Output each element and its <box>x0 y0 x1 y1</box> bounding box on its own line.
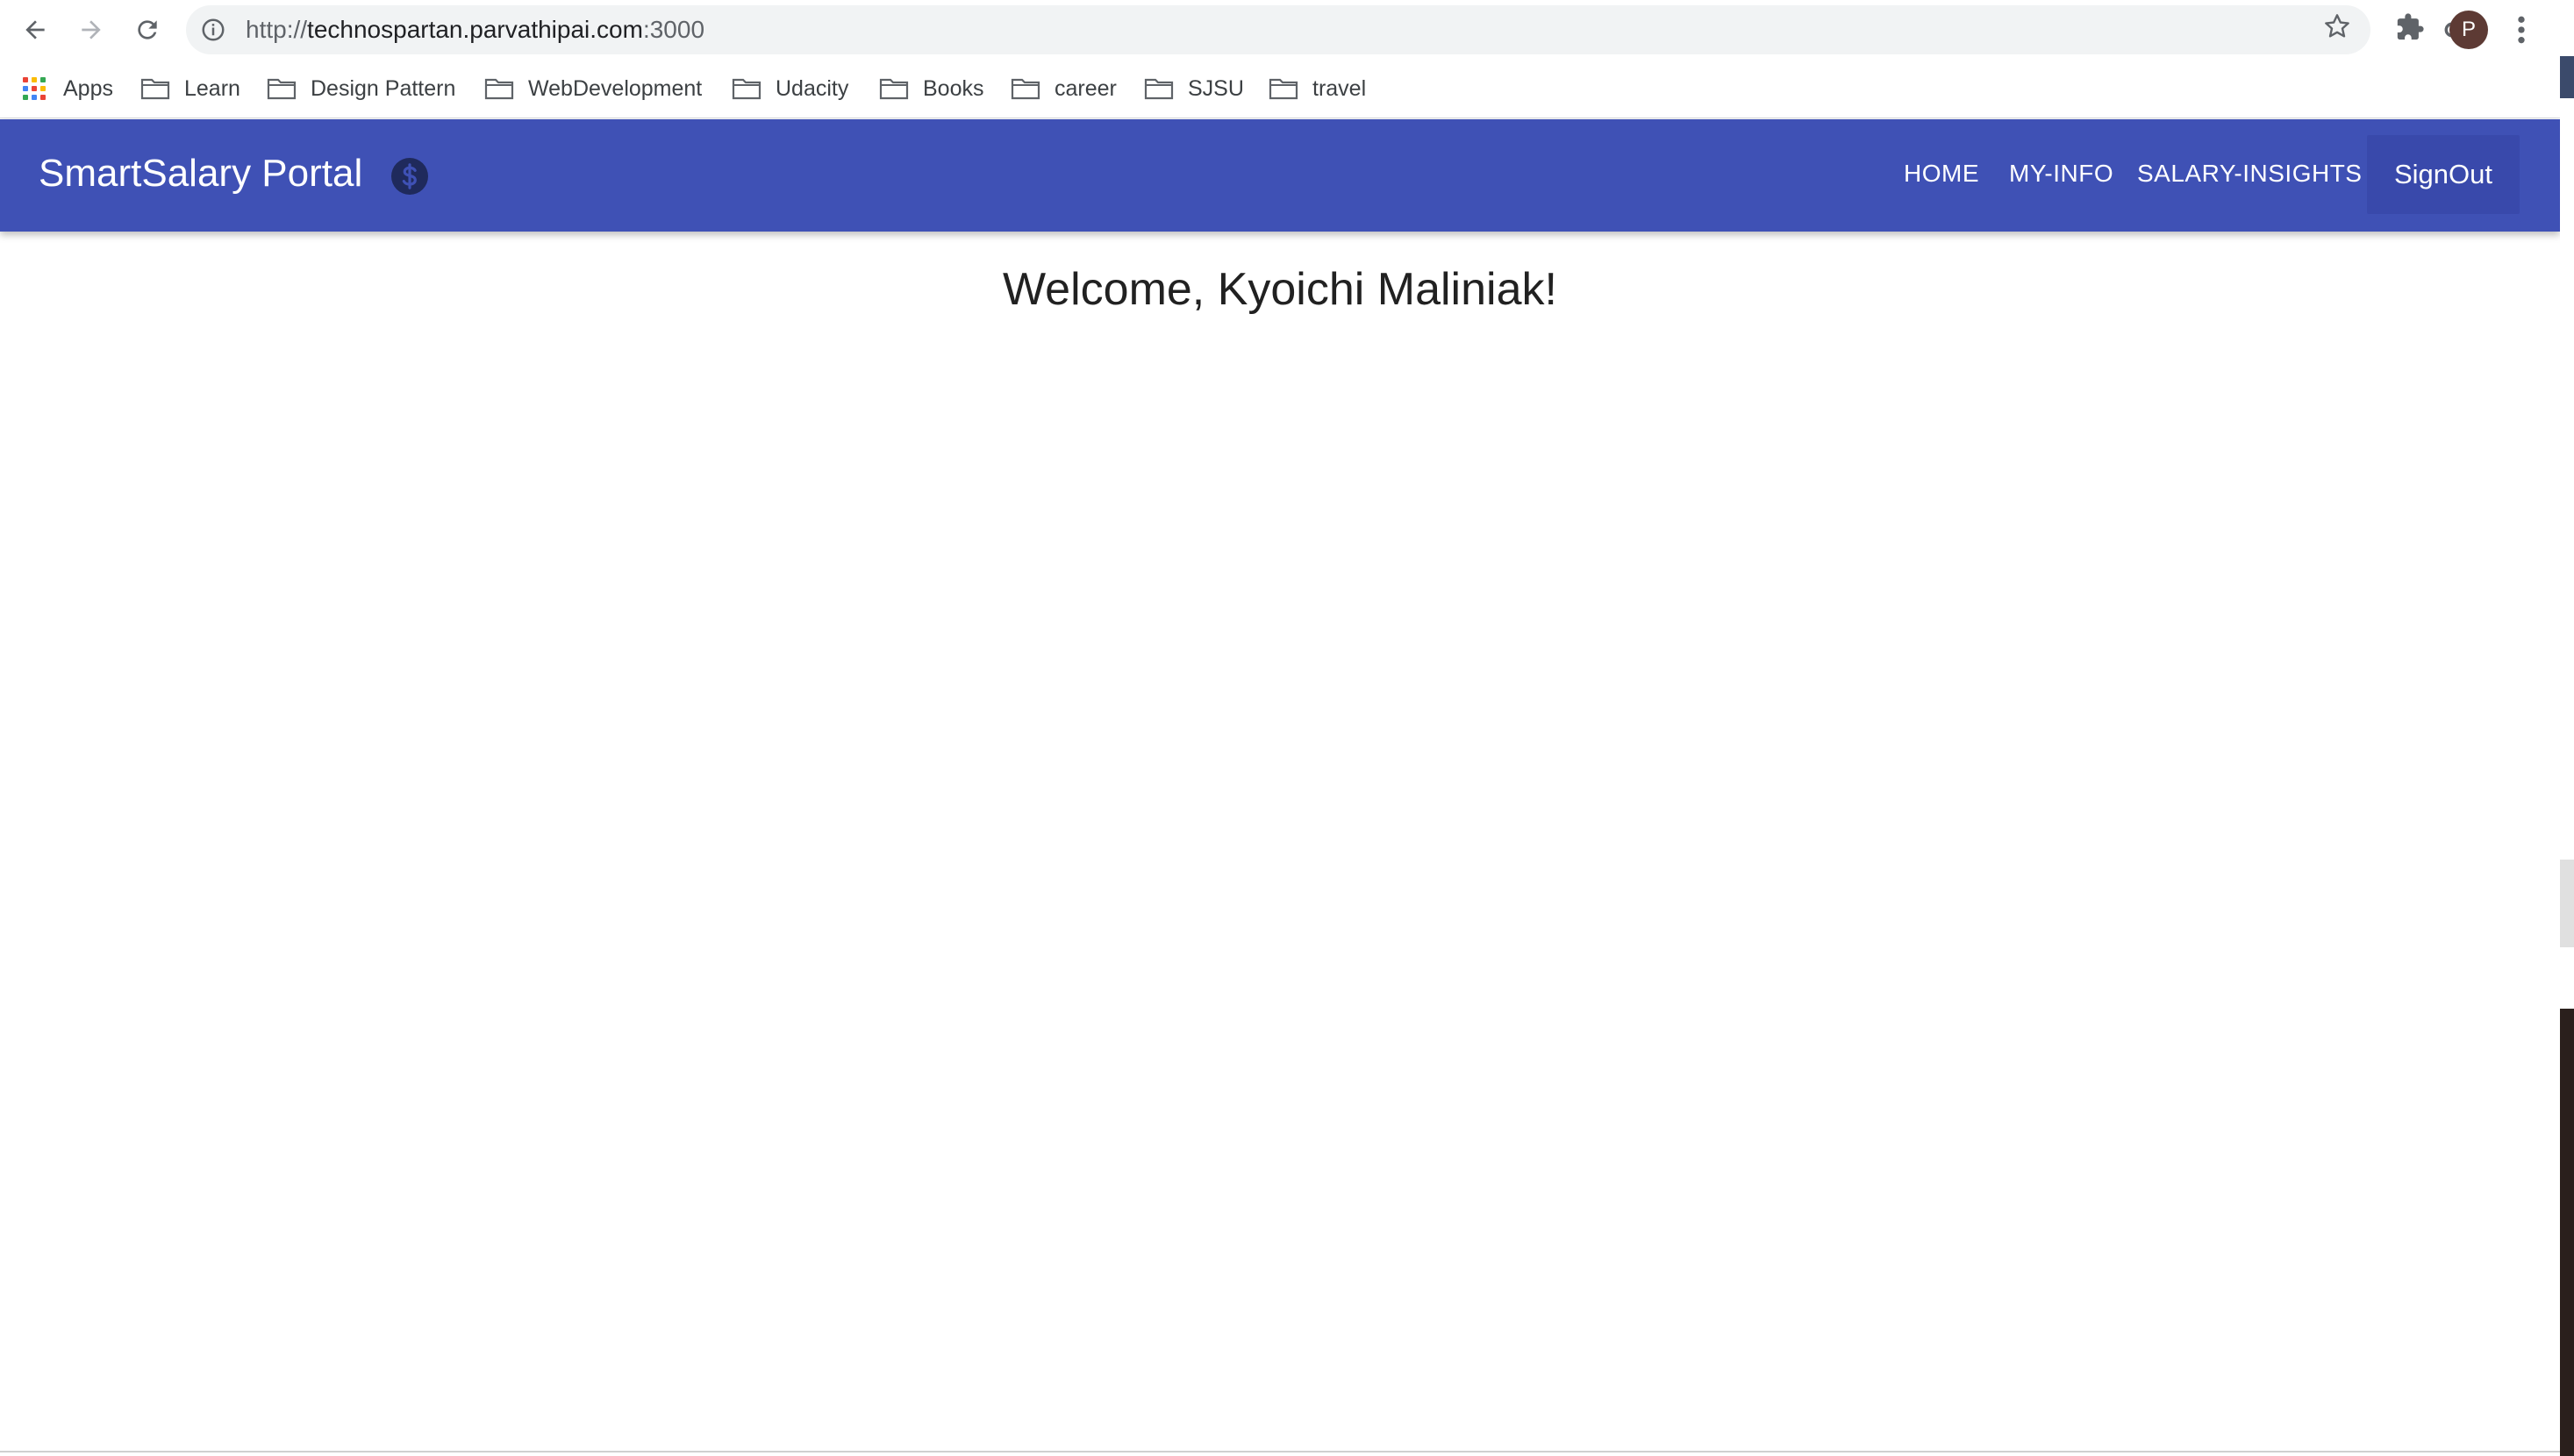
url-port: :3000 <box>642 16 705 43</box>
bookmark-label: Books <box>923 75 984 101</box>
bookmark-career[interactable]: career <box>1011 72 1117 105</box>
bookmark-label: WebDevelopment <box>528 75 703 101</box>
back-icon <box>25 20 45 39</box>
app-header: SmartSalary Portal HOME MY-INFO SALARY-I… <box>0 119 2560 232</box>
reload-button[interactable] <box>130 12 165 47</box>
forward-icon <box>82 20 101 39</box>
bookmark-design-pattern[interactable]: Design Pattern <box>267 72 455 105</box>
bookmark-label: Learn <box>184 75 240 101</box>
bookmark-learn[interactable]: Learn <box>140 72 240 105</box>
bookmark-apps-label: Apps <box>63 75 113 101</box>
folder-icon <box>732 78 761 100</box>
brand-title[interactable]: SmartSalary Portal <box>39 119 362 232</box>
bookmark-label: SJSU <box>1188 75 1244 101</box>
menu-icon[interactable] <box>2511 12 2532 47</box>
dollar-icon <box>391 158 428 195</box>
folder-icon <box>267 78 297 100</box>
address-bar[interactable]: http://technospartan.parvathipai.com:300… <box>186 5 2472 54</box>
folder-icon <box>1144 78 1174 100</box>
url-scheme: http:// <box>246 16 308 43</box>
star-icon[interactable] <box>2323 12 2351 40</box>
sliver-block <box>2560 56 2574 98</box>
nav-salary-insights[interactable]: SALARY-INSIGHTS <box>2137 119 2362 232</box>
bookmark-udacity[interactable]: Udacity <box>732 72 848 105</box>
extensions-icon[interactable] <box>2395 12 2425 42</box>
bookmark-label: Udacity <box>776 75 849 101</box>
bookmark-label: career <box>1055 75 1117 101</box>
folder-icon <box>879 78 909 100</box>
sliver-block <box>2560 1009 2574 1456</box>
background-window-sliver <box>2560 0 2574 1456</box>
url-host: technospartan.parvathipai.com <box>307 16 643 43</box>
bookmark-travel[interactable]: travel <box>1269 72 1366 105</box>
bookmarks-bar: Apps Learn Design Pattern WebDevelopment… <box>0 60 2560 118</box>
folder-icon <box>1011 78 1040 100</box>
signout-button[interactable]: SignOut <box>2367 135 2520 214</box>
reload-icon <box>138 20 157 39</box>
folder-icon <box>140 78 170 100</box>
folder-icon <box>484 78 514 100</box>
bookmark-webdevelopment[interactable]: WebDevelopment <box>484 72 702 105</box>
forward-button[interactable] <box>74 12 109 47</box>
apps-grid-icon <box>23 77 46 100</box>
bookmark-label: Design Pattern <box>311 75 456 101</box>
info-icon[interactable] <box>200 17 226 43</box>
browser-toolbar: http://technospartan.parvathipai.com:300… <box>0 0 2560 60</box>
sliver-block <box>2560 860 2574 947</box>
bookmark-apps[interactable]: Apps <box>23 72 113 105</box>
bookmark-sjsu[interactable]: SJSU <box>1144 72 1244 105</box>
profile-avatar[interactable]: P <box>2449 11 2488 49</box>
nav-home[interactable]: HOME <box>1904 119 1979 232</box>
window-bottom-border <box>0 1451 2560 1452</box>
welcome-heading: Welcome, Kyoichi Maliniak! <box>1003 264 1557 315</box>
nav-my-info[interactable]: MY-INFO <box>2009 119 2113 232</box>
folder-icon <box>1269 78 1298 100</box>
browser-window: http://technospartan.parvathipai.com:300… <box>0 0 2560 1452</box>
url-text[interactable]: http://technospartan.parvathipai.com:300… <box>246 5 704 54</box>
bookmark-books[interactable]: Books <box>879 72 983 105</box>
back-button[interactable] <box>18 12 53 47</box>
bookmark-label: travel <box>1312 75 1367 101</box>
